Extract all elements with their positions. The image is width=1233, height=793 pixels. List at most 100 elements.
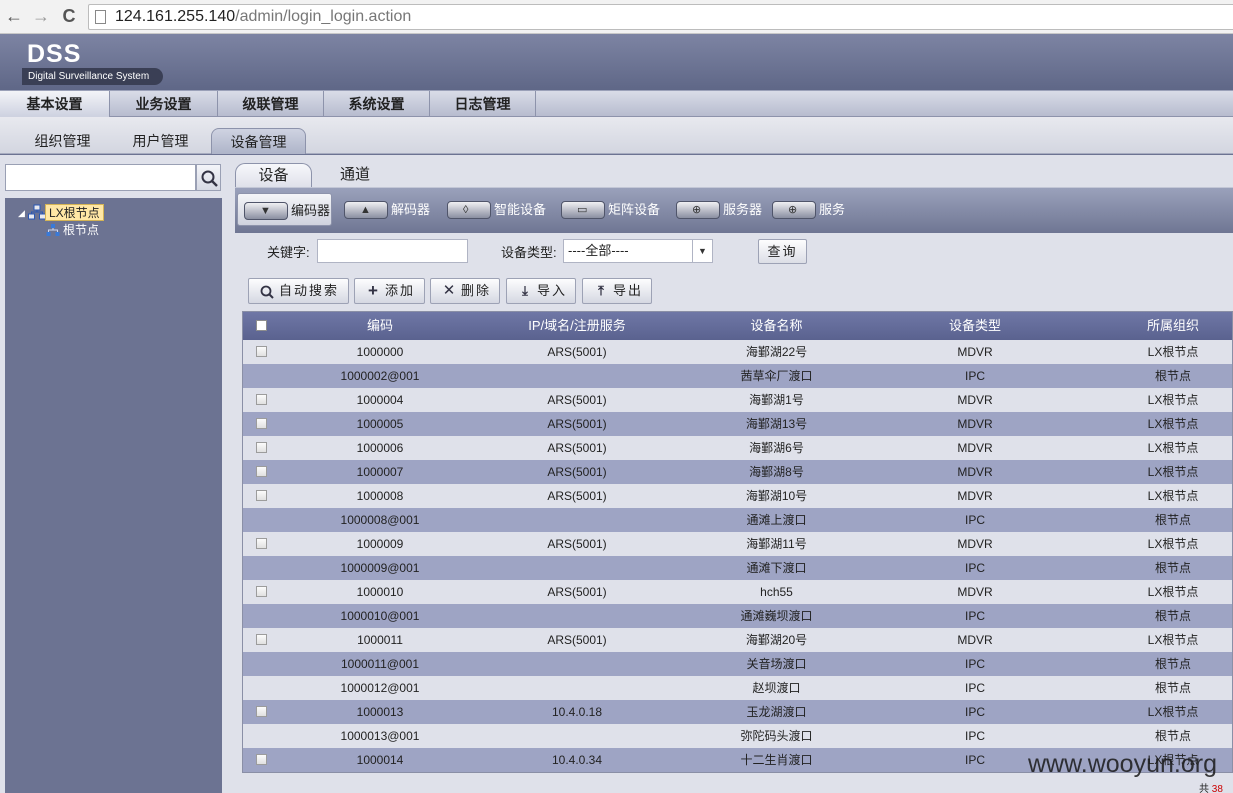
- cell-name: 关音场渡口: [746, 657, 807, 671]
- cell-ip: ARS(5001): [547, 537, 607, 551]
- cell-ip: [505, 724, 649, 748]
- globe-icon: ⊕: [772, 201, 816, 219]
- row-checkbox[interactable]: [256, 634, 267, 645]
- import-button[interactable]: ⤓ 导入: [506, 278, 576, 304]
- device-type-service[interactable]: ⊕ 服务: [766, 193, 861, 226]
- cell-name: 通滩下渡口: [746, 561, 807, 575]
- table-row[interactable]: 1000011@001 关音场渡口 IPC 根节点: [243, 652, 1232, 676]
- row-checkbox[interactable]: [256, 490, 267, 501]
- cell-name: 海鄞湖20号: [745, 633, 808, 647]
- device-type-decoder[interactable]: ▲ 解码器: [338, 193, 438, 226]
- address-bar[interactable]: 124.161.255.140/admin/login_login.action: [88, 4, 1233, 30]
- back-icon[interactable]: ←: [4, 6, 24, 26]
- device-type-matrix[interactable]: ▭ 矩阵设备: [555, 193, 665, 226]
- collapse-icon[interactable]: ◢: [18, 208, 25, 219]
- table-row[interactable]: 1000006 ARS(5001) 海鄞湖6号 MDVR LX根节点: [243, 436, 1232, 460]
- table-row[interactable]: 1000011 ARS(5001) 海鄞湖20号 MDVR LX根节点: [243, 628, 1232, 652]
- reload-icon[interactable]: C: [59, 6, 79, 26]
- device-type-server[interactable]: ⊕ 服务器: [670, 193, 765, 226]
- table-row[interactable]: 1000010@001 通滩巍坝渡口 IPC 根节点: [243, 604, 1232, 628]
- table-row[interactable]: 1000005 ARS(5001) 海鄞湖13号 MDVR LX根节点: [243, 412, 1232, 436]
- main-menu: 基本设置 业务设置 级联管理 系统设置 日志管理: [0, 90, 1233, 117]
- tab-device[interactable]: 设备: [235, 163, 312, 187]
- menu-log-management[interactable]: 日志管理: [430, 91, 536, 117]
- cell-name: 通滩上渡口: [746, 513, 807, 527]
- cell-code: 1000012@001: [340, 681, 420, 695]
- cell-org: LX根节点: [1147, 345, 1199, 359]
- add-button[interactable]: + 添加: [354, 278, 425, 304]
- tree-search-button[interactable]: [196, 164, 221, 191]
- device-type-encoder[interactable]: ▼ 编码器: [237, 193, 332, 226]
- tab-org-management[interactable]: 组织管理: [20, 128, 105, 154]
- row-checkbox[interactable]: [256, 586, 267, 597]
- cell-ip: [505, 364, 649, 388]
- menu-business-settings[interactable]: 业务设置: [110, 91, 218, 117]
- row-checkbox[interactable]: [256, 466, 267, 477]
- table-row[interactable]: 1000013 10.4.0.18 玉龙湖渡口 IPC LX根节点: [243, 700, 1232, 724]
- cell-name: 赵坝渡口: [752, 681, 801, 695]
- cell-org: 根节点: [1154, 657, 1191, 671]
- table-row[interactable]: 1000008 ARS(5001) 海鄞湖10号 MDVR LX根节点: [243, 484, 1232, 508]
- cell-org: 根节点: [1154, 681, 1191, 695]
- tab-channel[interactable]: 通道: [320, 163, 390, 187]
- table-row[interactable]: 1000002@001 茜草伞厂渡口 IPC 根节点: [243, 364, 1232, 388]
- row-checkbox[interactable]: [256, 754, 267, 765]
- header-code[interactable]: 编码: [316, 312, 444, 340]
- menu-basic-settings[interactable]: 基本设置: [0, 91, 110, 117]
- table-row[interactable]: 1000009 ARS(5001) 海鄞湖11号 MDVR LX根节点: [243, 532, 1232, 556]
- select-all-checkbox[interactable]: [256, 320, 267, 331]
- device-type-smart[interactable]: ◊ 智能设备: [441, 193, 551, 226]
- device-table: 编码 IP/域名/注册服务 设备名称 设备类型 所属组织 1000000 ARS(…: [242, 311, 1233, 773]
- menu-system-settings[interactable]: 系统设置: [324, 91, 430, 117]
- cell-org: LX根节点: [1147, 393, 1199, 407]
- header-device-type[interactable]: 设备类型: [925, 312, 1025, 340]
- header-ip[interactable]: IP/域名/注册服务: [505, 312, 649, 340]
- cell-name: 海鄞湖13号: [745, 417, 808, 431]
- delete-button[interactable]: ✕ 删除: [430, 278, 500, 304]
- tab-user-management[interactable]: 用户管理: [118, 128, 203, 154]
- chevron-down-icon[interactable]: ▼: [692, 240, 712, 262]
- table-row[interactable]: 1000004 ARS(5001) 海鄞湖1号 MDVR LX根节点: [243, 388, 1232, 412]
- cell-name: 通滩巍坝渡口: [740, 609, 813, 623]
- filter-bar: 关键字: 设备类型: ----全部---- ▼ 查询: [235, 233, 1233, 272]
- menu-cascade[interactable]: 级联管理: [218, 91, 324, 117]
- cell-code: 1000009: [356, 537, 404, 551]
- tree-node-root[interactable]: LX根节点: [45, 204, 104, 221]
- header-org[interactable]: 所属组织: [1123, 312, 1223, 340]
- table-row[interactable]: 1000012@001 赵坝渡口 IPC 根节点: [243, 676, 1232, 700]
- export-button[interactable]: ⤒ 导出: [582, 278, 652, 304]
- table-row[interactable]: 1000010 ARS(5001) hch55 MDVR LX根节点: [243, 580, 1232, 604]
- device-type-select[interactable]: ----全部---- ▼: [563, 239, 713, 263]
- table-row[interactable]: 1000013@001 弥陀码头渡口 IPC 根节点: [243, 724, 1232, 748]
- row-checkbox[interactable]: [256, 394, 267, 405]
- device-type-label: 服务器: [723, 202, 763, 217]
- table-row[interactable]: 1000009@001 通滩下渡口 IPC 根节点: [243, 556, 1232, 580]
- table-row[interactable]: 1000007 ARS(5001) 海鄞湖8号 MDVR LX根节点: [243, 460, 1232, 484]
- cell-type: IPC: [964, 729, 985, 743]
- device-type-label: 智能设备: [494, 202, 547, 217]
- cell-code: 1000011: [357, 633, 403, 647]
- tree-node-child[interactable]: 根节点: [63, 222, 99, 239]
- cell-code: 1000010: [356, 585, 404, 599]
- node-icon: [46, 224, 60, 236]
- tab-device-management[interactable]: 设备管理: [211, 128, 306, 154]
- query-button[interactable]: 查询: [758, 239, 807, 264]
- forward-icon[interactable]: →: [31, 6, 51, 26]
- tree-search-input[interactable]: [5, 164, 196, 191]
- auto-search-button[interactable]: 自动搜索: [248, 278, 349, 304]
- cell-org: 根节点: [1154, 513, 1191, 527]
- encoder-icon: ▼: [244, 202, 288, 220]
- keyword-input[interactable]: [317, 239, 468, 263]
- header-device-name[interactable]: 设备名称: [723, 312, 830, 340]
- table-row[interactable]: 1000000 ARS(5001) 海鄞湖22号 MDVR LX根节点: [243, 340, 1232, 364]
- pager-prefix: 共: [1199, 784, 1209, 793]
- row-checkbox[interactable]: [256, 706, 267, 717]
- org-icon: [28, 204, 46, 220]
- table-row[interactable]: 1000008@001 通滩上渡口 IPC 根节点: [243, 508, 1232, 532]
- row-checkbox[interactable]: [256, 538, 267, 549]
- cell-code: 1000005: [356, 417, 404, 431]
- row-checkbox[interactable]: [256, 418, 267, 429]
- pager-count: 38: [1211, 784, 1223, 793]
- row-checkbox[interactable]: [256, 442, 267, 453]
- row-checkbox[interactable]: [256, 346, 267, 357]
